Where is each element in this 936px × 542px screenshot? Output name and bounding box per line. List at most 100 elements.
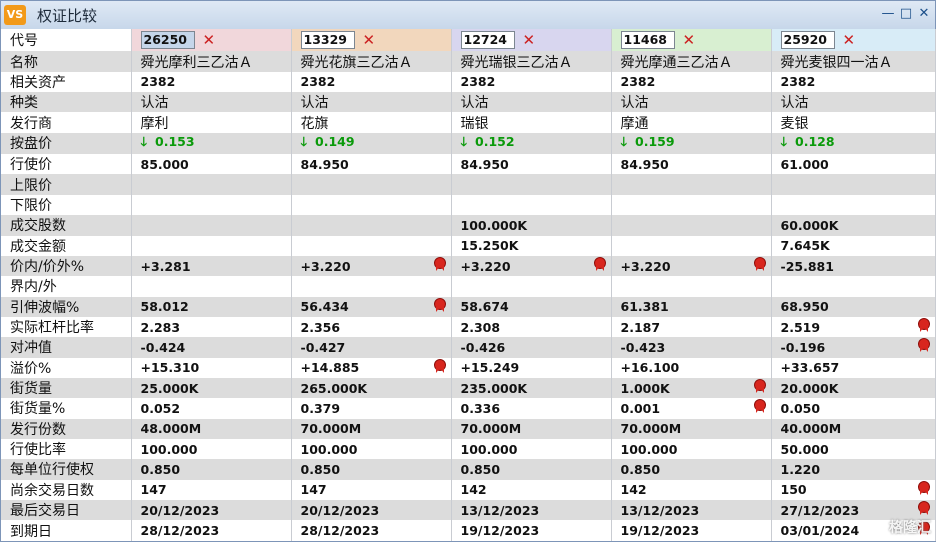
cell-value: 2.356	[300, 319, 341, 335]
code-cell: 11468 ✕	[611, 29, 772, 52]
comparison-table: 代号 26250 ✕ 13329 ✕ 12724 ✕ 11468 ✕ 25920 ✕ 名称 舜光摩利三乙…	[1, 29, 936, 541]
cell-value: 0.052	[140, 400, 181, 416]
cell-value: +3.220	[460, 258, 511, 274]
code-input[interactable]: 25920	[780, 31, 835, 50]
cell-value: -0.196	[780, 339, 826, 355]
cell-value: +3.220	[620, 258, 671, 274]
value-cell: +3.220	[291, 255, 452, 277]
price-cell: 🡓 0.149	[291, 132, 452, 155]
app-logo-icon: VS	[4, 5, 26, 25]
cell-value: 84.950	[620, 156, 669, 172]
cell-value: 27/12/2023	[780, 502, 860, 518]
value-cell: 0.850	[451, 459, 612, 480]
remove-column-icon[interactable]: ✕	[843, 31, 856, 49]
watermark: 格隆汇	[889, 520, 931, 536]
value-cell: -0.426	[451, 337, 612, 358]
value-cell: 142	[611, 479, 772, 500]
cell-value: 100.000	[620, 441, 678, 457]
value-cell: 61.381	[611, 296, 772, 317]
value-cell: 70.000M	[291, 418, 452, 439]
cell-value: 麦银	[780, 115, 809, 132]
award-medal-icon	[753, 256, 767, 274]
value-cell	[291, 194, 452, 216]
code-input[interactable]: 13329	[300, 31, 355, 50]
value-cell: 摩通	[611, 112, 772, 133]
row-label: 发行商	[1, 112, 132, 133]
award-medal-icon	[433, 358, 447, 376]
value-cell: 2.283	[131, 316, 292, 338]
price-cell: 🡓 0.128	[771, 132, 936, 155]
cell-value: 20/12/2023	[300, 502, 380, 518]
value-cell	[611, 276, 772, 297]
value-cell: -0.424	[131, 337, 292, 358]
maximize-icon[interactable]: □	[899, 7, 913, 21]
value-cell: +15.249	[451, 357, 612, 378]
cell-value: 265.000K	[300, 380, 368, 396]
value-cell: 85.000	[131, 154, 292, 175]
value-cell: 舜光花旗三乙沽Ａ	[291, 51, 452, 72]
remove-column-icon[interactable]: ✕	[203, 31, 216, 49]
cell-value: 1.000K	[620, 380, 670, 396]
cell-value: 2382	[140, 74, 176, 90]
cell-value: 20.000K	[780, 380, 839, 396]
cell-value: 认沽	[620, 95, 649, 112]
value-cell: 认沽	[291, 92, 452, 113]
cell-value: -0.426	[460, 339, 506, 355]
value-cell: 84.950	[611, 154, 772, 175]
table-row: 代号 26250 ✕ 13329 ✕ 12724 ✕ 11468 ✕ 25920 ✕	[1, 29, 936, 52]
remove-column-icon[interactable]: ✕	[683, 31, 696, 49]
value-cell: 20/12/2023	[131, 499, 292, 521]
value-cell: 150	[771, 479, 936, 500]
value-cell: 2382	[291, 71, 452, 93]
code-input[interactable]: 12724	[460, 31, 515, 50]
cell-value: 2382	[780, 74, 816, 90]
value-cell: 70.000M	[451, 418, 612, 439]
cell-value: 舜光摩通三乙沽Ａ	[620, 54, 733, 71]
value-cell: 认沽	[131, 92, 292, 113]
table-row: 下限价	[1, 194, 936, 216]
value-cell: 2382	[451, 71, 612, 93]
cell-value: -0.423	[620, 339, 666, 355]
value-cell	[291, 276, 452, 297]
row-label: 上限价	[1, 174, 132, 195]
value-cell	[451, 276, 612, 297]
award-medal-icon	[433, 256, 447, 274]
table-row: 成交股数 100.000K 60.000K	[1, 215, 936, 236]
cell-value: 摩利	[140, 115, 169, 132]
cell-value: 56.434	[300, 299, 349, 315]
value-cell: 147	[131, 479, 292, 500]
value-cell: 0.379	[291, 398, 452, 419]
value-cell: -0.196	[771, 337, 936, 358]
table-row: 种类 认沽 认沽 认沽 认沽 认沽	[1, 92, 936, 113]
cell-value: 瑞银	[460, 115, 489, 132]
code-input[interactable]: 26250	[140, 31, 195, 50]
value-cell: 58.012	[131, 296, 292, 317]
remove-column-icon[interactable]: ✕	[523, 31, 536, 49]
title-bar[interactable]: VS 权证比较 — □ ✕	[1, 1, 935, 30]
value-cell: 7.645K	[771, 235, 936, 256]
value-cell: 0.850	[611, 459, 772, 480]
value-cell: 舜光摩利三乙沽Ａ	[131, 51, 292, 72]
table-row: 成交金额 15.250K 7.645K	[1, 235, 936, 256]
window-title: 权证比较	[37, 7, 98, 25]
code-input[interactable]: 11468	[620, 31, 675, 50]
down-arrow-icon: 🡓	[780, 133, 788, 149]
code-cell: 12724 ✕	[451, 29, 612, 52]
cell-value: 2382	[620, 74, 656, 90]
value-cell: 60.000K	[771, 215, 936, 236]
value-cell: 20.000K	[771, 377, 936, 399]
cell-value: 235.000K	[460, 380, 528, 396]
value-cell	[611, 174, 772, 195]
value-cell: 70.000M	[611, 418, 772, 439]
remove-column-icon[interactable]: ✕	[363, 31, 376, 49]
price-value: 0.153	[155, 133, 195, 149]
value-cell	[131, 215, 292, 236]
row-label: 成交金额	[1, 235, 132, 256]
minimize-icon[interactable]: —	[881, 7, 895, 21]
value-cell: 2382	[771, 71, 936, 93]
cell-value: 70.000M	[300, 421, 362, 437]
value-cell	[131, 174, 292, 195]
cell-value: 28/12/2023	[300, 523, 380, 539]
value-cell	[611, 194, 772, 216]
close-window-icon[interactable]: ✕	[917, 7, 931, 21]
